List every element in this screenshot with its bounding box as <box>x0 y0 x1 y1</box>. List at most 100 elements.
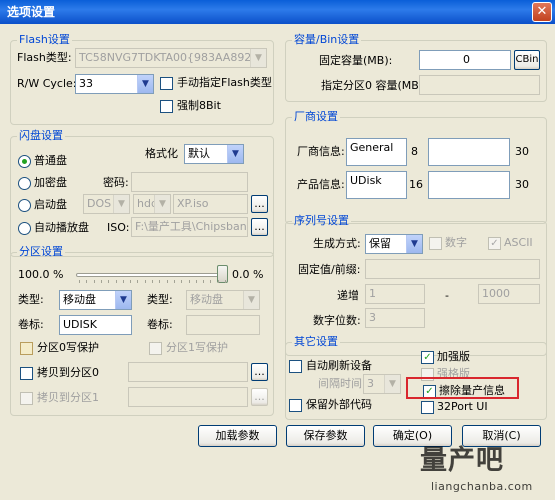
slider-tick <box>79 280 80 283</box>
partition0-type-select[interactable]: 移动盘 ▼ <box>59 290 132 310</box>
copy-partition0-browse-button[interactable]: ... <box>251 363 268 381</box>
copy-partition0-path[interactable] <box>128 362 248 382</box>
rw-cycle-select[interactable]: 33 ▼ <box>75 74 154 94</box>
partition1-type-select[interactable]: 移动盘 ▼ <box>186 290 260 310</box>
keep-code-checkbox[interactable] <box>289 399 302 412</box>
partition1-volume-input[interactable] <box>186 315 260 335</box>
watermark-url: liangchanba.com <box>431 480 533 493</box>
copy-partition0-checkbox[interactable] <box>20 367 33 380</box>
slider-tick <box>152 280 153 283</box>
keep-code-label: 保留外部代码 <box>306 398 372 411</box>
product-extra-input[interactable] <box>428 171 510 199</box>
partition0-type-value: 移动盘 <box>63 293 96 306</box>
slider-tick <box>108 280 110 283</box>
product-info-label: 产品信息: <box>297 178 345 191</box>
partition-slider-track[interactable] <box>76 273 228 277</box>
slider-tick <box>159 280 161 283</box>
close-icon[interactable]: ✕ <box>532 2 552 22</box>
fixed-capacity-input[interactable]: 0 <box>419 50 511 70</box>
load-params-button[interactable]: 加载参数 <box>198 425 277 447</box>
mode-autoplay-label: 自动播放盘 <box>34 221 89 234</box>
cbin-button[interactable]: CBin <box>514 50 540 70</box>
iso-path-input[interactable]: F:\量产工具\Chipsbank\C <box>131 217 248 237</box>
copy-partition1-browse-button[interactable]: ... <box>251 388 268 406</box>
vendor-info-max: 30 <box>515 145 529 158</box>
enhanced-checkbox[interactable]: ✓ <box>421 351 434 364</box>
mode-boot-label: 启动盘 <box>34 198 67 211</box>
window-title: 选项设置 <box>7 5 56 19</box>
watermark-logo: 量产吧 <box>420 445 504 476</box>
force-8bit-label: 强制8Bit <box>177 99 221 112</box>
force-8bit-checkbox[interactable] <box>160 100 173 113</box>
copy-partition1-path[interactable] <box>128 387 248 407</box>
serial-prefix-input[interactable] <box>365 259 540 279</box>
serial-digits-input[interactable]: 3 <box>365 308 425 328</box>
partition1-volume-label: 卷标: <box>147 318 173 331</box>
partition0-wp-checkbox[interactable] <box>20 342 33 355</box>
flash-group-legend: Flash设置 <box>19 33 70 46</box>
boot-browse-button[interactable]: ... <box>251 195 268 213</box>
iso-label: ISO: <box>107 221 130 234</box>
vendor-info-input[interactable]: General <box>346 138 407 166</box>
product-info-value: UDisk <box>350 174 382 187</box>
window-titlebar[interactable]: 选项设置 <box>0 0 555 24</box>
password-input[interactable] <box>131 172 248 192</box>
serial-gen-select[interactable]: 保留 ▼ <box>365 234 423 254</box>
vendor-group: 厂商设置 <box>285 111 547 224</box>
interval-label: 间隔时间 <box>318 377 362 390</box>
other-group-legend: 其它设置 <box>294 335 338 348</box>
boot-image-input[interactable]: XP.iso <box>173 194 248 214</box>
format-label: 格式化 <box>145 147 178 160</box>
chevron-down-icon: ▼ <box>250 49 266 67</box>
auto-refresh-checkbox[interactable] <box>289 360 302 373</box>
flash-type-select[interactable]: TC58NVG7TDKTA00{983AA8927650} ▼ <box>75 48 267 68</box>
format-value: 默认 <box>188 147 210 160</box>
mode-boot-radio[interactable] <box>18 199 31 212</box>
format-select[interactable]: 默认 ▼ <box>184 144 244 164</box>
partition1-wp-checkbox[interactable] <box>149 342 162 355</box>
save-params-button[interactable]: 保存参数 <box>286 425 365 447</box>
flash-type-label: Flash类型: <box>17 51 72 64</box>
chevron-down-icon: ▼ <box>384 375 400 393</box>
vendor-extra-input[interactable] <box>428 138 510 166</box>
product-info-input[interactable]: UDisk <box>346 171 407 199</box>
boot-os-select[interactable]: DOS ▼ <box>83 194 130 214</box>
partition0-volume-label: 卷标: <box>18 318 44 331</box>
fixed-capacity-label: 固定容量(MB): <box>319 54 393 67</box>
chevron-down-icon: ▼ <box>137 75 153 93</box>
partition0-capacity-input[interactable] <box>419 75 540 95</box>
serial-dash: - <box>445 289 449 302</box>
serial-ascii-checkbox[interactable]: ✓ <box>488 237 501 250</box>
manual-flash-label: 手动指定Flash类型 <box>177 76 272 89</box>
partition1-type-value: 移动盘 <box>190 293 223 306</box>
flash-type-value: TC58NVG7TDKTA00{983AA8927650} <box>79 51 267 64</box>
vendor-info-length: 8 <box>411 145 418 158</box>
serial-digit-checkbox[interactable] <box>429 237 442 250</box>
boot-media-select[interactable]: hdd ▼ <box>133 194 171 214</box>
rw-cycle-label: R/W Cycle: <box>17 77 77 90</box>
mode-normal-radio[interactable] <box>18 155 31 168</box>
slider-tick <box>122 280 124 283</box>
slider-tick <box>166 280 168 283</box>
mode-normal-label: 普通盘 <box>34 154 67 167</box>
mode-encrypted-radio[interactable] <box>18 177 31 190</box>
mode-autoplay-radio[interactable] <box>18 222 31 235</box>
auto-refresh-label: 自动刷新设备 <box>306 359 372 372</box>
slider-tick <box>225 280 226 283</box>
enhanced-label: 加强版 <box>437 350 470 363</box>
product-info-length: 16 <box>409 178 423 191</box>
partition0-volume-input[interactable]: UDISK <box>59 315 132 335</box>
iso-browse-button[interactable]: ... <box>251 218 268 236</box>
port32-checkbox[interactable] <box>421 401 434 414</box>
serial-gen-label: 生成方式: <box>313 237 361 250</box>
boot-os-value: DOS <box>87 197 112 210</box>
copy-partition1-label: 拷贝到分区1 <box>37 391 99 404</box>
copy-partition1-checkbox[interactable] <box>20 392 33 405</box>
interval-select[interactable]: 3 ▼ <box>363 374 401 394</box>
serial-prefix-label: 固定值/前缀: <box>298 263 361 276</box>
slider-tick <box>137 280 139 283</box>
serial-step-to-input[interactable]: 1000 <box>478 284 540 304</box>
partition-left-percent: 100.0 % <box>18 268 64 281</box>
manual-flash-checkbox[interactable] <box>160 77 173 90</box>
serial-step-from-input[interactable]: 1 <box>365 284 425 304</box>
